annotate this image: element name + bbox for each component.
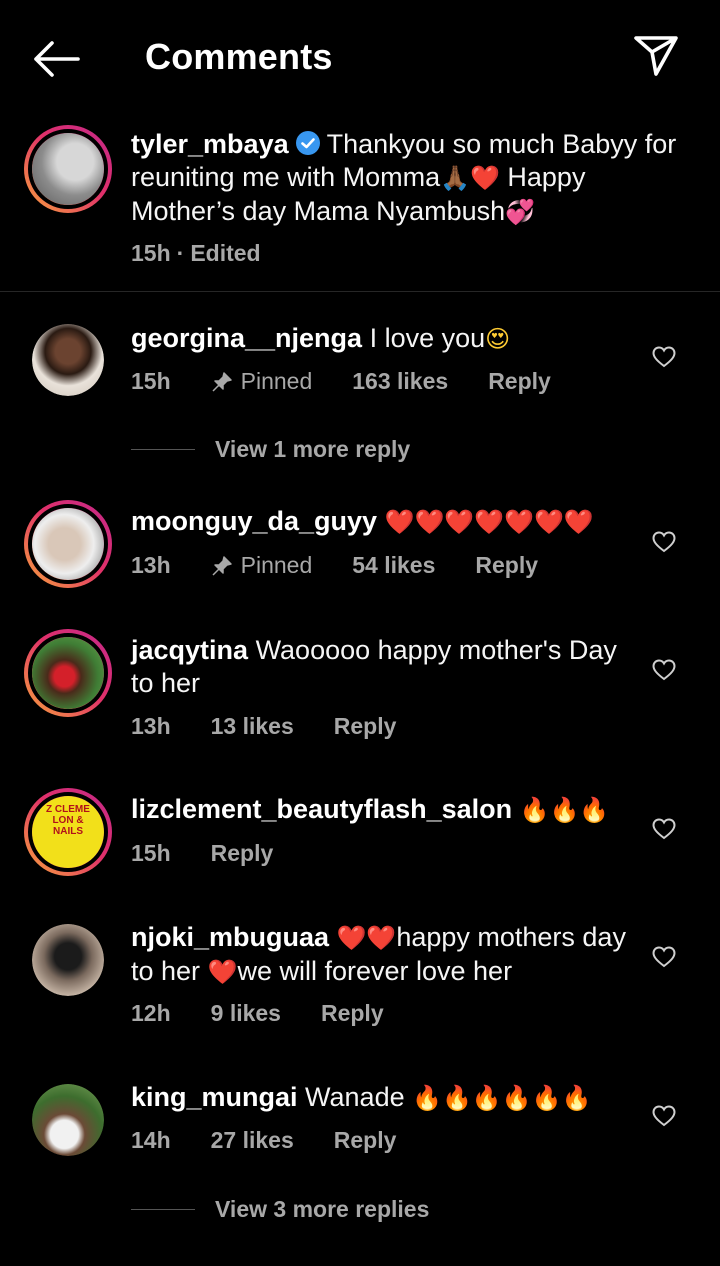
reply-button[interactable]: Reply xyxy=(488,368,551,395)
avatar[interactable] xyxy=(32,924,104,996)
comment-meta: 13h 13 likes Reply xyxy=(131,713,396,740)
avatar-logo-text: Z CLEME LON & NAILS xyxy=(46,804,90,837)
comment-time: 15h xyxy=(131,368,171,394)
reply-button[interactable]: Reply xyxy=(334,713,397,740)
reply-button[interactable]: Reply xyxy=(211,840,274,867)
pinned-label: Pinned xyxy=(240,368,313,394)
comment-body: we will forever love her xyxy=(237,956,513,986)
view-replies-label: View 3 more replies xyxy=(215,1196,430,1222)
comment-body: I love you xyxy=(369,323,486,353)
post-caption: tyler_mbaya Thankyou so much Babyy for r… xyxy=(0,118,720,292)
avatar[interactable] xyxy=(24,629,112,717)
comment-emoji: 🔥🔥🔥🔥🔥🔥 xyxy=(412,1084,592,1112)
avatar[interactable] xyxy=(24,500,112,588)
header: Comments xyxy=(0,0,720,112)
reply-button[interactable]: Reply xyxy=(334,1127,397,1154)
meta-separator: · xyxy=(176,240,185,266)
comment-likes[interactable]: 54 likes xyxy=(352,552,435,579)
comment-body: Wanade xyxy=(305,1082,405,1112)
caption-meta: 15h · Edited xyxy=(131,240,261,267)
comment-username[interactable]: njoki_mbuguaa xyxy=(131,922,329,952)
heart-outline-icon[interactable] xyxy=(652,818,676,840)
avatar[interactable] xyxy=(32,1084,104,1156)
comment-username[interactable]: georgina__njenga xyxy=(131,323,362,353)
divider xyxy=(131,1209,195,1210)
view-replies-button[interactable]: View 3 more replies xyxy=(131,1196,429,1223)
comment-emoji: ❤️❤️❤️❤️❤️❤️❤️ xyxy=(384,508,594,536)
view-replies-label: View 1 more reply xyxy=(215,436,411,462)
comment-time: 15h xyxy=(131,840,171,866)
paper-plane-icon[interactable] xyxy=(630,32,682,80)
pin-icon xyxy=(212,371,232,392)
comment-likes[interactable]: 9 likes xyxy=(211,1000,281,1027)
comment-username[interactable]: moonguy_da_guyy xyxy=(131,506,377,536)
reply-button[interactable]: Reply xyxy=(321,1000,384,1027)
reply-button[interactable]: Reply xyxy=(475,552,538,579)
comment-emoji: 😍 xyxy=(485,325,511,353)
comment-meta: 14h 27 likes Reply xyxy=(131,1127,396,1154)
comment-meta: 15h Pinned 163 likes Reply xyxy=(131,368,551,395)
comment-time: 14h xyxy=(131,1127,171,1153)
comment-meta: 13h Pinned 54 likes Reply xyxy=(131,552,538,579)
pin-icon xyxy=(212,555,232,576)
comment-likes[interactable]: 27 likes xyxy=(211,1127,294,1154)
comment-username[interactable]: lizclement_beautyflash_salon xyxy=(131,794,512,824)
comment-meta: 12h 9 likes Reply xyxy=(131,1000,384,1027)
page-title: Comments xyxy=(145,36,333,77)
verified-badge-icon xyxy=(295,131,320,155)
pinned-label: Pinned xyxy=(240,552,313,578)
heart-outline-icon[interactable] xyxy=(652,531,676,553)
comment-time: 13h xyxy=(131,552,171,578)
view-replies-button[interactable]: View 1 more reply xyxy=(131,436,410,463)
caption-text: tyler_mbaya Thankyou so much Babyy for r… xyxy=(131,128,691,229)
comment-emoji: ❤️❤️ xyxy=(336,924,397,952)
comment-username[interactable]: king_mungai xyxy=(131,1082,298,1112)
divider xyxy=(131,449,195,450)
caption-emoji-2: ❤️ xyxy=(470,164,500,192)
caption-emoji-3: 💞 xyxy=(505,198,536,226)
comment-time: 12h xyxy=(131,1000,171,1026)
heart-outline-icon[interactable] xyxy=(652,1105,676,1127)
caption-edited: Edited xyxy=(190,240,261,266)
avatar[interactable]: Z CLEME LON & NAILS xyxy=(24,788,112,876)
heart-outline-icon[interactable] xyxy=(652,346,676,368)
caption-time: 15h xyxy=(131,240,171,266)
avatar[interactable] xyxy=(32,324,104,396)
caption-username[interactable]: tyler_mbaya xyxy=(131,129,289,159)
comment-time: 13h xyxy=(131,713,171,739)
comment-emoji: ❤️ xyxy=(207,958,238,986)
comment-likes[interactable]: 13 likes xyxy=(211,713,294,740)
comment-meta: 15h Reply xyxy=(131,840,273,867)
arrow-left-icon[interactable] xyxy=(30,38,82,80)
comment-username[interactable]: jacqytina xyxy=(131,635,248,665)
avatar[interactable] xyxy=(24,125,112,213)
heart-outline-icon[interactable] xyxy=(652,659,676,681)
comment-emoji: 🔥🔥🔥 xyxy=(519,796,610,824)
comment-likes[interactable]: 163 likes xyxy=(352,368,448,395)
caption-emoji-1: 🙏🏾 xyxy=(440,164,470,192)
heart-outline-icon[interactable] xyxy=(652,946,676,968)
